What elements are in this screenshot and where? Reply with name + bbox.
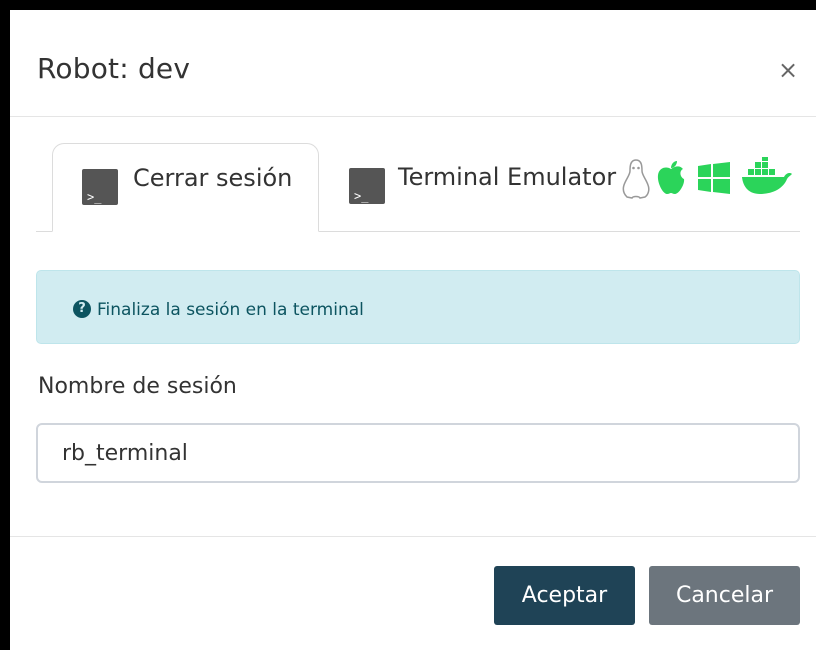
close-button[interactable]: ×: [772, 54, 804, 86]
docker-icon: [742, 157, 792, 194]
apple-icon: [657, 161, 685, 194]
modal-header: Robot: dev ×: [10, 10, 816, 117]
terminal-icon: >_: [349, 168, 385, 204]
tab-label: Cerrar sesión: [133, 164, 293, 192]
question-circle-icon: ?: [73, 300, 91, 318]
modal-title: Robot: dev: [37, 52, 191, 85]
footer-divider: [10, 536, 816, 537]
accept-button[interactable]: Aceptar: [494, 566, 635, 625]
terminal-icon: >_: [82, 169, 118, 205]
tab-bar: >_ Cerrar sesión >_ Terminal Emulator: [36, 143, 800, 232]
windows-icon: [698, 162, 730, 194]
session-name-label: Nombre de sesión: [38, 374, 237, 399]
tab-cerrar-sesion[interactable]: >_ Cerrar sesión: [52, 143, 319, 232]
cancel-button[interactable]: Cancelar: [649, 566, 800, 625]
tab-terminal-emulator[interactable]: >_ Terminal Emulator: [334, 143, 800, 231]
linux-icon: [622, 159, 650, 199]
alert-text: Finaliza la sesión en la terminal: [97, 300, 364, 320]
info-alert: ? Finaliza la sesión en la terminal: [36, 270, 800, 344]
session-name-input[interactable]: [36, 423, 800, 483]
tab-label: Terminal Emulator: [398, 163, 617, 191]
